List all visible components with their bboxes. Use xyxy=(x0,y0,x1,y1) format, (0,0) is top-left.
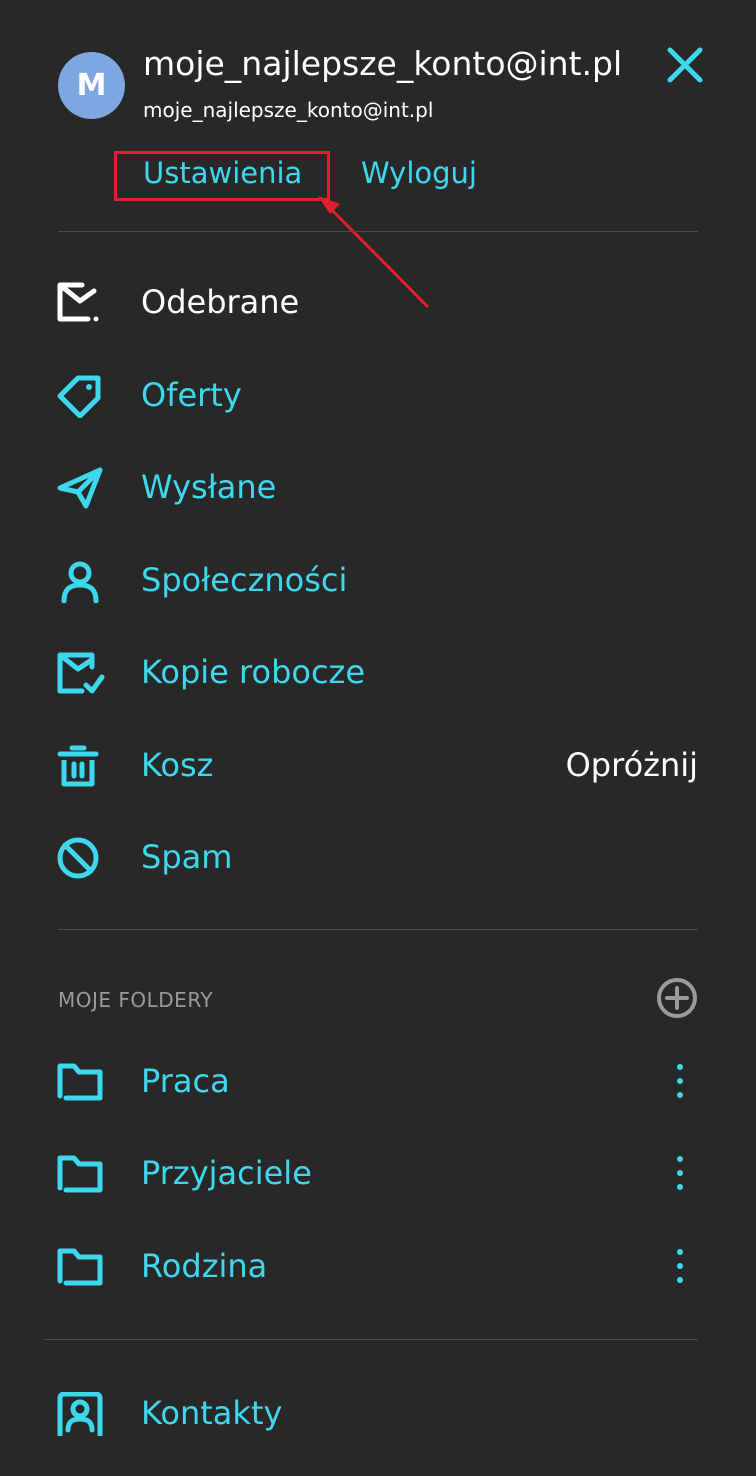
menu-item-label: Przyjaciele xyxy=(141,1154,312,1192)
empty-trash-button[interactable]: Opróżnij xyxy=(566,743,698,787)
inbox-icon xyxy=(57,282,99,322)
more-options-icon[interactable] xyxy=(668,1151,692,1195)
menu-item-contacts[interactable]: Kontakty xyxy=(44,1373,714,1453)
folder-icon xyxy=(57,1155,103,1193)
menu-item-label: Rodzina xyxy=(141,1247,268,1285)
menu-item-offers[interactable]: Oferty xyxy=(44,355,714,435)
account-email: moje_najlepsze_konto@int.pl xyxy=(143,98,434,122)
account-name: moje_najlepsze_konto@int.pl xyxy=(143,44,623,83)
draft-icon xyxy=(57,652,105,694)
trash-icon xyxy=(57,745,99,787)
menu-item-label: Odebrane xyxy=(141,283,300,321)
close-button[interactable] xyxy=(664,44,706,86)
avatar[interactable]: M xyxy=(58,52,125,119)
close-icon xyxy=(667,47,703,83)
menu-item-spam[interactable]: Spam xyxy=(44,817,714,897)
menu-item-label: Kopie robocze xyxy=(141,653,366,691)
menu-item-community[interactable]: Społeczności xyxy=(44,540,714,620)
divider xyxy=(44,1339,698,1340)
folder-icon xyxy=(57,1063,103,1101)
contacts-icon xyxy=(57,1392,103,1436)
menu-item-label: Wysłane xyxy=(141,468,277,506)
folder-item-work[interactable]: Praca xyxy=(44,1041,714,1121)
folder-icon xyxy=(57,1248,103,1286)
highlight-box xyxy=(114,151,330,201)
folder-item-friends[interactable]: Przyjaciele xyxy=(44,1133,714,1213)
menu-item-label: Kosz xyxy=(141,746,214,784)
menu-item-inbox[interactable]: Odebrane xyxy=(44,262,714,342)
menu-item-label: Praca xyxy=(141,1062,230,1100)
menu-item-label: Oferty xyxy=(141,376,242,414)
menu-item-label: Społeczności xyxy=(141,561,348,599)
menu-item-label: Spam xyxy=(141,838,233,876)
menu-item-trash[interactable]: Kosz Opróżnij xyxy=(44,725,714,805)
more-options-icon[interactable] xyxy=(668,1059,692,1103)
divider xyxy=(58,929,698,930)
folder-item-family[interactable]: Rodzina xyxy=(44,1226,714,1306)
more-options-icon[interactable] xyxy=(668,1244,692,1288)
menu-item-sent[interactable]: Wysłane xyxy=(44,447,714,527)
folders-section-title: MOJE FOLDERY xyxy=(58,988,214,1012)
add-folder-button[interactable] xyxy=(655,976,699,1020)
divider xyxy=(58,231,698,232)
spam-icon xyxy=(57,837,99,879)
menu-item-label: Kontakty xyxy=(141,1394,283,1432)
send-icon xyxy=(57,467,103,509)
plus-circle-icon xyxy=(657,978,697,1018)
tag-icon xyxy=(57,375,101,418)
community-icon xyxy=(61,561,99,603)
menu-item-drafts[interactable]: Kopie robocze xyxy=(44,632,714,712)
